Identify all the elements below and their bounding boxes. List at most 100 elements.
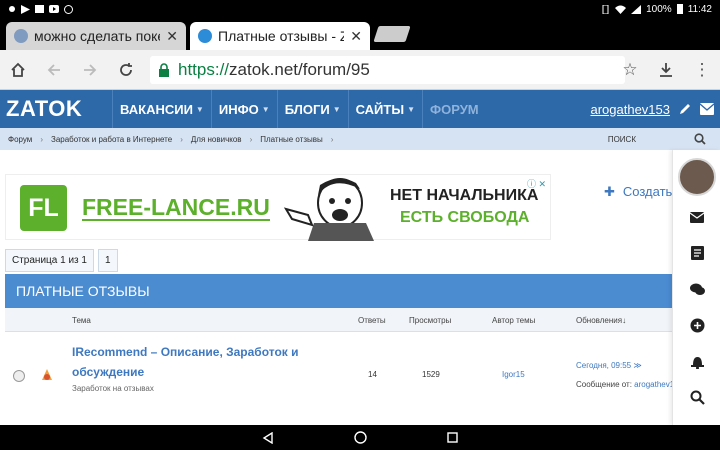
nav-back-icon[interactable]: [262, 431, 274, 444]
tab-1[interactable]: можно сделать поке ✕: [6, 22, 186, 50]
tab-2-active[interactable]: Платные отзывы - Zатк ✕: [190, 22, 370, 50]
bookmark-star-icon[interactable]: ☆: [612, 50, 648, 90]
envelope-icon[interactable]: [700, 103, 714, 115]
ad-brand: FREE-LANCE.RU: [82, 194, 270, 221]
android-nav-bar: [0, 425, 720, 450]
messages-icon[interactable]: [688, 208, 706, 226]
breadcrumb-item[interactable]: Для новичков: [183, 135, 250, 144]
topic-subforum[interactable]: Заработок на отзывах: [72, 384, 154, 393]
col-views[interactable]: Просмотры: [409, 316, 451, 325]
page-info: Страница 1 из 1: [5, 249, 94, 272]
menu-blogs[interactable]: БЛОГИ ▼: [276, 90, 348, 128]
close-tab-icon[interactable]: ✕: [350, 28, 362, 45]
youtube-icon: [49, 5, 59, 13]
wifi-icon: [615, 5, 627, 14]
avatar[interactable]: [678, 158, 716, 196]
site-logo[interactable]: ZATOK: [0, 96, 112, 122]
last-update-link[interactable]: Сегодня, 09:55 ≫: [576, 361, 642, 370]
chevron-right-icon: ›: [330, 134, 334, 144]
breadcrumb-item[interactable]: Платные отзывы: [252, 135, 331, 144]
browser-toolbar: https:// zatok.net/forum/95 ☆ ⋮: [0, 50, 720, 90]
close-tab-icon[interactable]: ✕: [166, 28, 178, 45]
forum-search: ПОИСК: [608, 128, 720, 150]
topic-title-link[interactable]: IRecommend – Описание, Заработок и обсуж…: [72, 342, 302, 382]
add-icon[interactable]: [688, 316, 706, 334]
notification-icons: [8, 4, 73, 14]
vibrate-icon: [602, 4, 609, 14]
ad-cartoon-image: [283, 178, 374, 241]
topic-author-link[interactable]: Igor15: [502, 370, 525, 379]
chat-icon[interactable]: [688, 280, 706, 298]
breadcrumb: Форум › Заработок и работа в Интернете ›…: [0, 128, 720, 150]
toolbar-actions: ☆ ⋮: [612, 50, 720, 90]
menu-info[interactable]: ИНФО ▼: [210, 90, 277, 128]
menu-vacancies[interactable]: ВАКАНСИИ ▼: [112, 90, 211, 128]
jump-to-last-icon: ≫: [633, 361, 642, 370]
overflow-menu-icon[interactable]: ⋮: [684, 50, 720, 90]
caret-down-icon: ▼: [195, 104, 204, 114]
username-link[interactable]: arogathev153: [590, 102, 670, 117]
menu-label: САЙТЫ: [355, 101, 405, 117]
tab-strip: можно сделать поке ✕ Платные отзывы - Zа…: [0, 18, 720, 50]
pencil-icon[interactable]: [678, 102, 692, 116]
notification-icon: [9, 6, 15, 12]
table-header: Тема Ответы Просмотры Автор темы Обновле…: [5, 308, 672, 332]
col-topic[interactable]: Тема: [72, 316, 91, 325]
home-icon[interactable]: [0, 50, 36, 90]
ad-slogan-2: ЕСТЬ СВОБОДА: [400, 209, 530, 226]
menu-label: ВАКАНСИИ: [120, 101, 193, 117]
col-author[interactable]: Автор темы: [492, 316, 535, 325]
new-tab-button[interactable]: [373, 26, 411, 42]
adchoices-icon[interactable]: ⓘ ✕: [527, 177, 546, 190]
menu-forum[interactable]: ФОРУМ: [422, 90, 486, 128]
create-label: Создать: [622, 184, 673, 199]
page-link[interactable]: 1: [97, 249, 118, 272]
url-scheme: https://: [178, 60, 230, 79]
tab-favicon-icon: [198, 29, 212, 43]
breadcrumb-item[interactable]: Заработок и работа в Интернете: [43, 135, 180, 144]
mail-icon: [35, 5, 44, 13]
section-title: ПЛАТНЫЕ ОТЗЫВЫ: [5, 274, 672, 308]
bell-icon[interactable]: [688, 352, 706, 370]
breadcrumb-item[interactable]: Форум: [0, 135, 40, 144]
url-bar[interactable]: https:// zatok.net/forum/95: [150, 56, 625, 84]
table-row: IRecommend – Описание, Заработок и обсуж…: [5, 332, 683, 420]
url-path: zatok.net/forum/95: [229, 60, 370, 79]
caret-down-icon: ▼: [332, 104, 341, 114]
site-header: ZATOK ВАКАНСИИ ▼ ИНФО ▼ БЛОГИ ▼ САЙТЫ ▼ ФОРУ…: [0, 90, 720, 128]
ad-slogan-1: НЕТ НАЧАЛЬНИКА: [390, 187, 539, 204]
system-indicators: 100% 11:42: [601, 4, 712, 15]
nav-home-icon[interactable]: [354, 431, 367, 444]
tab-title: Платные отзывы - Zатк: [218, 28, 345, 44]
caret-down-icon: ▼: [261, 104, 270, 114]
screen: 100% 11:42 можно сделать поке ✕ Платные …: [0, 0, 720, 450]
whatsapp-icon: [64, 4, 73, 14]
search-icon[interactable]: [688, 388, 706, 406]
battery-icon: [676, 4, 683, 14]
create-thread-button[interactable]: ✚ Создать: [604, 184, 672, 200]
download-icon[interactable]: [648, 50, 684, 90]
lock-icon: [159, 63, 169, 77]
nav-recents-icon[interactable]: [447, 432, 458, 443]
tab-favicon-icon: [14, 29, 28, 43]
back-icon[interactable]: [36, 50, 72, 90]
main-menu: ВАКАНСИИ ▼ ИНФО ▼ БЛОГИ ▼ САЙТЫ ▼ ФОРУМ: [112, 90, 486, 128]
status-bar: 100% 11:42: [0, 0, 720, 18]
col-updated[interactable]: Обновления↓: [576, 316, 626, 325]
menu-label: ИНФО: [218, 101, 259, 117]
caret-down-icon: ▼: [407, 104, 415, 114]
user-box: arogathev153: [590, 90, 714, 128]
col-replies[interactable]: Ответы: [358, 316, 386, 325]
ad-banner[interactable]: FL FREE-LANCE.RU НЕТ НАЧАЛЬНИКА ЕСТЬ СВО…: [5, 174, 551, 241]
clock: 11:42: [687, 3, 712, 15]
reload-icon[interactable]: [108, 50, 144, 90]
notes-icon[interactable]: [688, 244, 706, 262]
signal-icon: [631, 4, 642, 14]
search-label[interactable]: ПОИСК: [608, 135, 636, 144]
select-radio[interactable]: [13, 370, 25, 382]
ad-logo: FL: [20, 185, 67, 231]
search-icon[interactable]: [694, 133, 706, 145]
last-update-time: Сегодня, 09:55: [576, 361, 632, 370]
menu-sites[interactable]: САЙТЫ ▼: [347, 90, 422, 128]
forward-icon[interactable]: [72, 50, 108, 90]
